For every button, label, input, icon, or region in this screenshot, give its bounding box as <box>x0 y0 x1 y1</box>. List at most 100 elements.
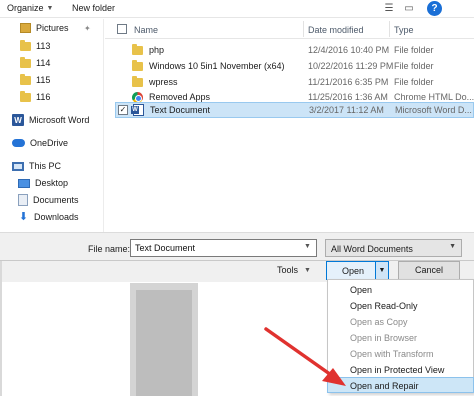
file-list-header: Name Date modified Type <box>105 19 474 39</box>
chevron-down-icon[interactable]: ▼ <box>304 243 311 250</box>
word-icon: W <box>12 114 24 126</box>
help-icon[interactable]: ? <box>427 1 442 16</box>
menu-item-open-as-copy: Open as Copy <box>350 317 408 327</box>
nav-item-this-pc[interactable]: This PC <box>12 158 61 174</box>
nav-item-label: This PC <box>29 161 62 171</box>
nav-item-label: 116 <box>36 92 51 102</box>
file-date: 11/21/2016 6:35 PM <box>308 77 389 87</box>
nav-item-label: 113 <box>36 41 51 51</box>
menu-item-open-and-repair[interactable]: Open and Repair <box>327 377 474 393</box>
file-date: 3/2/2017 11:12 AM <box>309 105 384 115</box>
nav-item-downloads[interactable]: ⬇ Downloads <box>18 209 79 225</box>
document-edge <box>0 260 474 261</box>
file-name: Windows 10 5in1 November (x64) <box>149 61 285 71</box>
nav-item-113[interactable]: 113 <box>20 38 50 54</box>
file-type-filter-value: All Word Documents <box>331 244 413 254</box>
view-options-icon[interactable]: ☰ <box>380 1 398 16</box>
menu-item-open[interactable]: Open <box>328 282 473 298</box>
new-folder-button[interactable]: New folder <box>72 3 115 13</box>
file-type: File folder <box>394 45 434 55</box>
organize-label: Organize <box>7 3 44 13</box>
tools-menu[interactable]: Tools ▼ <box>277 265 311 275</box>
nav-item-115[interactable]: 115 <box>20 72 50 88</box>
nav-item-label: Documents <box>33 195 79 205</box>
cancel-button[interactable]: Cancel <box>398 261 460 280</box>
onedrive-icon <box>12 139 25 147</box>
file-date: 12/4/2016 10:40 PM <box>308 45 390 55</box>
folder-icon <box>20 39 31 51</box>
navigation-pane: Pictures ✦ 113 114 115 116 W Microsoft W… <box>0 19 104 232</box>
organize-button[interactable]: Organize ▼ <box>7 3 53 13</box>
nav-item-documents[interactable]: Documents <box>18 192 79 208</box>
word-document-icon <box>131 104 144 116</box>
file-list: Name Date modified Type php 12/4/2016 10… <box>105 19 474 232</box>
documents-icon <box>18 194 28 206</box>
nav-item-114[interactable]: 114 <box>20 55 50 71</box>
nav-item-label: 114 <box>36 58 51 68</box>
nav-item-desktop[interactable]: Desktop <box>18 175 68 191</box>
nav-item-label: Downloads <box>34 212 79 222</box>
file-type-filter[interactable]: All Word Documents ▼ <box>325 239 462 257</box>
column-header-name[interactable]: Name <box>134 25 158 35</box>
column-divider <box>389 21 390 37</box>
folder-icon <box>20 90 31 102</box>
nav-item-label: OneDrive <box>30 138 69 148</box>
chevron-down-icon: ▼ <box>304 266 311 274</box>
downloads-icon: ⬇ <box>18 211 29 223</box>
file-type: Microsoft Word D... <box>395 105 472 115</box>
file-row[interactable]: wpress 11/21/2016 6:35 PM File folder <box>115 74 474 90</box>
menu-item-open-in-browser: Open in Browser <box>350 333 418 343</box>
file-name-input[interactable] <box>130 239 317 257</box>
pin-icon: ✦ <box>84 24 91 33</box>
file-name: wpress <box>149 77 178 87</box>
open-button-label: Open <box>342 266 365 276</box>
folder-icon <box>20 56 31 68</box>
file-type: Chrome HTML Do... <box>394 92 474 102</box>
row-checkbox[interactable]: ✓ <box>118 105 128 115</box>
open-options-menu: Open Open Read-Only Open as Copy Open in… <box>327 279 474 393</box>
desktop-icon <box>18 178 30 188</box>
chevron-down-icon: ▼ <box>449 243 456 250</box>
tools-label: Tools <box>277 265 299 275</box>
chrome-icon <box>132 91 143 103</box>
nav-item-pictures[interactable]: Pictures <box>20 20 69 36</box>
select-all-checkbox[interactable] <box>117 24 127 34</box>
menu-item-open-with-transform: Open with Transform <box>350 349 434 359</box>
file-date: 11/25/2016 1:36 AM <box>308 92 388 102</box>
nav-item-label: Pictures <box>36 23 69 33</box>
file-type: File folder <box>394 77 434 87</box>
file-row[interactable]: Windows 10 5in1 November (x64) 10/22/201… <box>115 58 474 74</box>
file-date: 10/22/2016 11:29 PM <box>308 61 394 71</box>
folder-icon <box>20 73 31 85</box>
open-button[interactable]: Open ▼ <box>326 261 389 280</box>
preview-pane-icon[interactable]: ▭ <box>400 1 418 16</box>
folder-icon <box>132 59 143 71</box>
nav-item-microsoft-word[interactable]: W Microsoft Word <box>12 112 89 128</box>
file-row[interactable]: php 12/4/2016 10:40 PM File folder <box>115 42 474 58</box>
open-dropdown-toggle[interactable]: ▼ <box>375 261 389 280</box>
file-type: File folder <box>394 61 434 71</box>
dialog-footer: File name: ▼ All Word Documents ▼ Tools … <box>0 232 474 282</box>
menu-item-open-in-protected-view[interactable]: Open in Protected View <box>328 362 473 378</box>
menu-item-open-read-only[interactable]: Open Read-Only <box>328 298 473 314</box>
nav-item-label: Desktop <box>35 178 69 188</box>
nav-item-onedrive[interactable]: OneDrive <box>12 135 68 151</box>
column-header-date[interactable]: Date modified <box>308 25 364 35</box>
toolbar: Organize ▼ New folder ☰ ▭ ? <box>0 0 474 18</box>
folder-icon <box>132 43 143 55</box>
file-name: Text Document <box>150 105 211 115</box>
file-name: Removed Apps <box>149 92 211 102</box>
folder-icon <box>132 75 143 87</box>
document-edge <box>0 261 2 396</box>
nav-item-label: Microsoft Word <box>29 115 90 125</box>
file-row-selected[interactable]: ✓ Text Document 3/2/2017 11:12 AM Micros… <box>115 102 474 118</box>
view-controls: ☰ ▭ ? <box>380 1 442 16</box>
document-page <box>136 290 192 396</box>
nav-item-label: 115 <box>36 75 51 85</box>
column-header-type[interactable]: Type <box>394 25 414 35</box>
file-name: php <box>149 45 165 55</box>
pictures-folder-icon <box>20 23 31 33</box>
chevron-down-icon: ▼ <box>46 4 54 12</box>
nav-item-116[interactable]: 116 <box>20 89 50 105</box>
file-name-label: File name: <box>88 244 131 254</box>
